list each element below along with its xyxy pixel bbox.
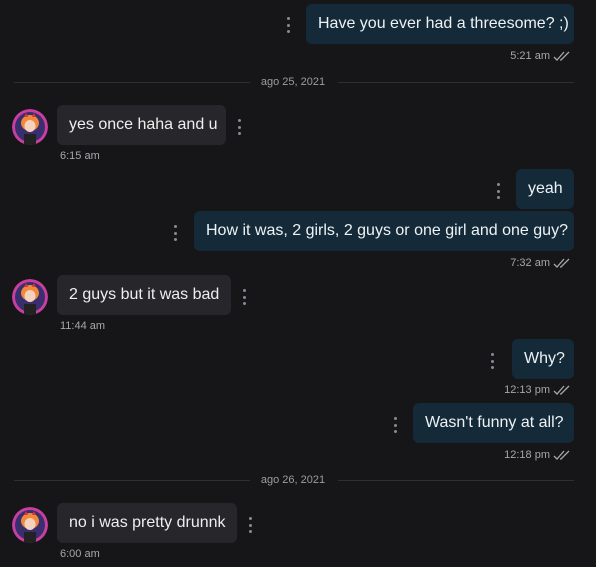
date-divider-label: ago 26, 2021	[260, 474, 326, 486]
date-divider-line	[14, 82, 250, 83]
message-bubble-outgoing[interactable]: How it was, 2 girls, 2 guys or one girl …	[194, 211, 574, 251]
message-bubble-outgoing[interactable]: Wasn't funny at all?	[413, 403, 574, 443]
message-timestamp: 7:32 am	[510, 257, 550, 269]
message-menu-icon[interactable]	[239, 289, 249, 305]
message-bubble-incoming[interactable]: yes once haha and u	[57, 105, 226, 145]
contact-avatar[interactable]	[12, 279, 48, 315]
date-divider-line	[338, 480, 574, 481]
message-timestamp: 12:13 pm	[504, 384, 550, 396]
message-bubble-outgoing[interactable]: yeah	[516, 169, 574, 209]
message-timestamp: 12:18 pm	[504, 449, 550, 461]
date-divider-line	[338, 82, 574, 83]
message-menu-icon[interactable]	[283, 17, 293, 33]
message-menu-icon[interactable]	[234, 119, 244, 135]
chat-conversation: Have you ever had a threesome? ;) 5:21 a…	[0, 0, 596, 567]
double-check-icon	[553, 450, 570, 460]
message-menu-icon[interactable]	[170, 225, 180, 241]
message-bubble-incoming[interactable]: 2 guys but it was bad	[57, 275, 231, 315]
message-timestamp: 6:15 am	[60, 150, 100, 162]
date-divider-line	[14, 480, 250, 481]
message-timestamp: 5:21 am	[510, 50, 550, 62]
double-check-icon	[553, 51, 570, 61]
message-timestamp: 11:44 am	[60, 320, 106, 332]
double-check-icon	[553, 385, 570, 395]
message-timestamp: 6:00 am	[60, 548, 100, 560]
message-menu-icon[interactable]	[487, 353, 497, 369]
message-bubble-outgoing[interactable]: Have you ever had a threesome? ;)	[306, 4, 574, 44]
message-bubble-incoming[interactable]: no i was pretty drunnk	[57, 503, 237, 543]
message-menu-icon[interactable]	[493, 183, 503, 199]
double-check-icon	[553, 258, 570, 268]
message-bubble-outgoing[interactable]: Why?	[512, 339, 574, 379]
contact-avatar[interactable]	[12, 507, 48, 543]
message-menu-icon[interactable]	[245, 517, 255, 533]
message-menu-icon[interactable]	[390, 417, 400, 433]
date-divider-label: ago 25, 2021	[260, 76, 326, 88]
contact-avatar[interactable]	[12, 109, 48, 145]
